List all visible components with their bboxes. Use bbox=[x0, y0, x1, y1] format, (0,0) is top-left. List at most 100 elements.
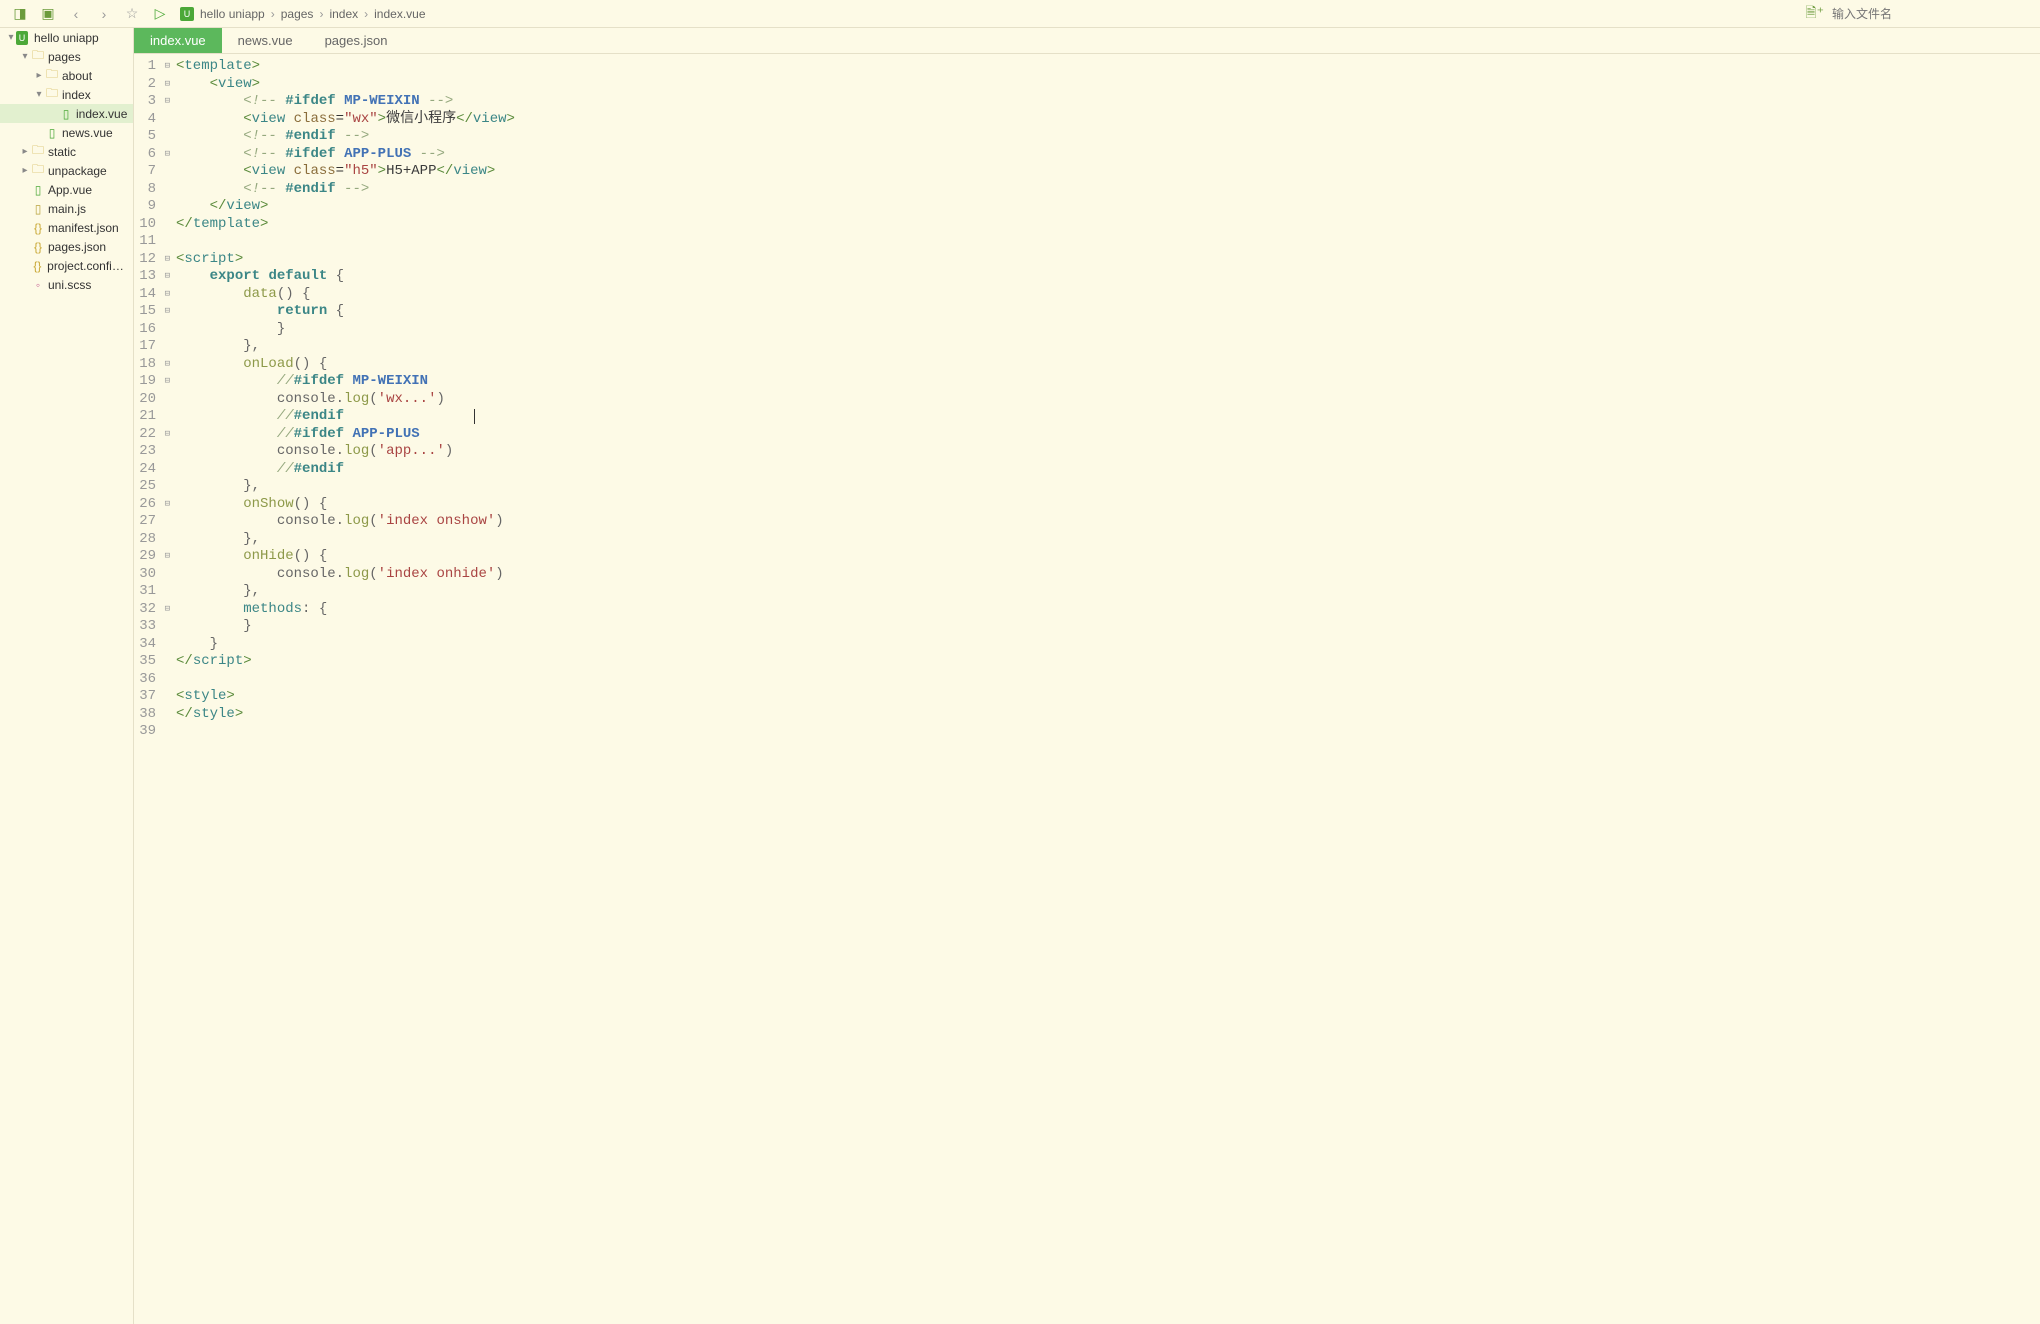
code-line[interactable]: } bbox=[176, 321, 2040, 339]
code-line[interactable]: <!-- #ifdef MP-WEIXIN --> bbox=[176, 93, 2040, 111]
code-editor[interactable]: 1⊟2⊟3⊟456⊟789101112⊟13⊟14⊟15⊟161718⊟19⊟2… bbox=[134, 54, 2040, 1324]
breadcrumb-item[interactable]: pages bbox=[281, 7, 314, 21]
nav-forward-icon[interactable]: › bbox=[92, 2, 116, 26]
code-line[interactable]: data() { bbox=[176, 286, 2040, 304]
main: ▾Uhello uniapp▾🗀pages▸🗀about▾🗀index▯inde… bbox=[0, 28, 2040, 1324]
tree-item-label: pages bbox=[48, 50, 81, 64]
code-line[interactable]: //#ifdef MP-WEIXIN bbox=[176, 373, 2040, 391]
chevron-down-icon[interactable]: ▾ bbox=[20, 51, 30, 62]
code-line[interactable]: onHide() { bbox=[176, 548, 2040, 566]
chevron-right-icon[interactable]: ▸ bbox=[20, 165, 30, 176]
tree-item[interactable]: ▯index.vue bbox=[0, 104, 133, 123]
code-line[interactable]: console.log('app...') bbox=[176, 443, 2040, 461]
tree-item[interactable]: {}project.config.... bbox=[0, 256, 133, 275]
code-line[interactable]: export default { bbox=[176, 268, 2040, 286]
tree-item-label: main.js bbox=[48, 202, 86, 216]
code-line[interactable] bbox=[176, 723, 2040, 741]
code-line[interactable]: onLoad() { bbox=[176, 356, 2040, 374]
code-line[interactable]: }, bbox=[176, 531, 2040, 549]
code-line[interactable]: }, bbox=[176, 583, 2040, 601]
code-line[interactable]: //#endif bbox=[176, 408, 2040, 426]
save-icon[interactable]: ▣ bbox=[36, 2, 60, 26]
file-type-icon: 🗀 bbox=[30, 160, 46, 181]
tree-item-label: unpackage bbox=[48, 164, 107, 178]
code-line[interactable]: </template> bbox=[176, 216, 2040, 234]
toolbar: ◨ ▣ ‹ › ☆ ▷ U hello uniapp › pages › ind… bbox=[0, 0, 2040, 28]
code-line[interactable]: </style> bbox=[176, 706, 2040, 724]
app-icon[interactable]: ◨ bbox=[8, 2, 32, 26]
code-line[interactable] bbox=[176, 671, 2040, 689]
code-line[interactable]: return { bbox=[176, 303, 2040, 321]
code-line[interactable]: </view> bbox=[176, 198, 2040, 216]
code-line[interactable]: console.log('wx...') bbox=[176, 391, 2040, 409]
editor-tabs: index.vuenews.vuepages.json bbox=[134, 28, 2040, 54]
code-line[interactable]: onShow() { bbox=[176, 496, 2040, 514]
tree-item[interactable]: ◦uni.scss bbox=[0, 275, 133, 294]
tree-item-label: static bbox=[48, 145, 76, 159]
code-content[interactable]: <template> <view> <!-- #ifdef MP-WEIXIN … bbox=[176, 54, 2040, 1324]
editor-tab[interactable]: index.vue bbox=[134, 28, 222, 53]
code-line[interactable]: </script> bbox=[176, 653, 2040, 671]
code-line[interactable]: <view class="wx">微信小程序</view> bbox=[176, 111, 2040, 129]
new-file-icon[interactable]: 🗎⁺ bbox=[1805, 2, 1824, 26]
breadcrumb: U hello uniapp › pages › index › index.v… bbox=[180, 7, 428, 21]
code-line[interactable]: //#endif bbox=[176, 461, 2040, 479]
tree-item-label: index.vue bbox=[76, 107, 127, 121]
code-line[interactable]: <script> bbox=[176, 251, 2040, 269]
file-type-icon: ▯ bbox=[30, 202, 46, 216]
editor-tab[interactable]: news.vue bbox=[222, 28, 309, 53]
code-line[interactable]: <view> bbox=[176, 76, 2040, 94]
breadcrumb-item[interactable]: hello uniapp bbox=[200, 7, 265, 21]
tree-item-label: news.vue bbox=[62, 126, 113, 140]
tree-item-label: App.vue bbox=[48, 183, 92, 197]
file-type-icon: U bbox=[16, 31, 32, 45]
code-line[interactable]: <view class="h5">H5+APP</view> bbox=[176, 163, 2040, 181]
chevron-down-icon[interactable]: ▾ bbox=[6, 32, 16, 43]
code-line[interactable]: <!-- #endif --> bbox=[176, 181, 2040, 199]
file-type-icon: ▯ bbox=[58, 107, 74, 121]
tree-item[interactable]: ▯App.vue bbox=[0, 180, 133, 199]
breadcrumb-item[interactable]: index.vue bbox=[374, 7, 425, 21]
star-icon[interactable]: ☆ bbox=[120, 2, 144, 26]
tree-item[interactable]: ▯main.js bbox=[0, 199, 133, 218]
file-type-icon: {} bbox=[30, 240, 46, 254]
chevron-right-icon[interactable]: ▸ bbox=[20, 146, 30, 157]
tree-item-label: index bbox=[62, 88, 91, 102]
tree-item[interactable]: ▾Uhello uniapp bbox=[0, 28, 133, 47]
chevron-right-icon[interactable]: ▸ bbox=[34, 70, 44, 81]
tree-item[interactable]: {}manifest.json bbox=[0, 218, 133, 237]
file-type-icon: ◦ bbox=[30, 278, 46, 292]
tree-item[interactable]: ▾🗀pages bbox=[0, 47, 133, 66]
chevron-right-icon: › bbox=[271, 7, 275, 21]
breadcrumb-item[interactable]: index bbox=[329, 7, 358, 21]
file-type-icon: {} bbox=[30, 259, 45, 273]
editor-tab[interactable]: pages.json bbox=[309, 28, 404, 53]
code-line[interactable]: <!-- #ifdef APP-PLUS --> bbox=[176, 146, 2040, 164]
tree-item[interactable]: {}pages.json bbox=[0, 237, 133, 256]
chevron-down-icon[interactable]: ▾ bbox=[34, 89, 44, 100]
tree-item[interactable]: ▸🗀static bbox=[0, 142, 133, 161]
code-line[interactable]: }, bbox=[176, 338, 2040, 356]
code-line[interactable]: } bbox=[176, 618, 2040, 636]
search-area: 🗎⁺ bbox=[1805, 2, 2032, 26]
code-line[interactable]: } bbox=[176, 636, 2040, 654]
code-line[interactable]: <!-- #endif --> bbox=[176, 128, 2040, 146]
file-type-icon: {} bbox=[30, 221, 46, 235]
code-line[interactable]: }, bbox=[176, 478, 2040, 496]
filename-search-input[interactable] bbox=[1832, 7, 2032, 21]
tree-item[interactable]: ▸🗀about bbox=[0, 66, 133, 85]
nav-back-icon[interactable]: ‹ bbox=[64, 2, 88, 26]
file-type-icon: 🗀 bbox=[44, 84, 60, 105]
run-icon[interactable]: ▷ bbox=[148, 2, 172, 26]
tree-item[interactable]: ▯news.vue bbox=[0, 123, 133, 142]
code-line[interactable]: <style> bbox=[176, 688, 2040, 706]
code-line[interactable] bbox=[176, 233, 2040, 251]
tree-item[interactable]: ▾🗀index bbox=[0, 85, 133, 104]
tree-item[interactable]: ▸🗀unpackage bbox=[0, 161, 133, 180]
code-line[interactable]: <template> bbox=[176, 58, 2040, 76]
code-line[interactable]: console.log('index onshow') bbox=[176, 513, 2040, 531]
file-explorer[interactable]: ▾Uhello uniapp▾🗀pages▸🗀about▾🗀index▯inde… bbox=[0, 28, 134, 1324]
code-line[interactable]: console.log('index onhide') bbox=[176, 566, 2040, 584]
code-line[interactable]: //#ifdef APP-PLUS bbox=[176, 426, 2040, 444]
code-line[interactable]: methods: { bbox=[176, 601, 2040, 619]
